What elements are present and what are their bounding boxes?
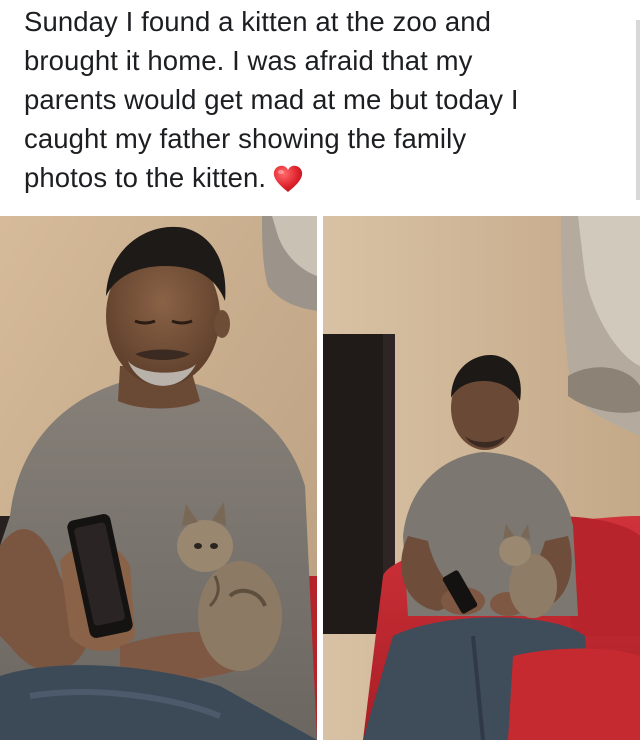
caption-line-1: Sunday I found a kitten at the zoo and <box>24 6 492 37</box>
heart-icon <box>272 164 304 194</box>
photos-row <box>0 216 640 740</box>
photo-right-wide[interactable] <box>323 216 640 740</box>
caption-line-3: parents would get mad at me but today I <box>24 84 519 115</box>
edge-mark <box>636 20 640 200</box>
photo-left-closeup[interactable] <box>0 216 317 740</box>
post-caption-area: Sunday I found a kitten at the zoo and b… <box>0 0 640 216</box>
caption-line-5: photos to the kitten. <box>24 162 267 193</box>
caption-line-2: brought it home. I was afraid that my <box>24 45 473 76</box>
bottom-strip <box>0 740 640 746</box>
caption-line-4: caught my father showing the family <box>24 123 467 154</box>
post-caption: Sunday I found a kitten at the zoo and b… <box>24 2 614 197</box>
